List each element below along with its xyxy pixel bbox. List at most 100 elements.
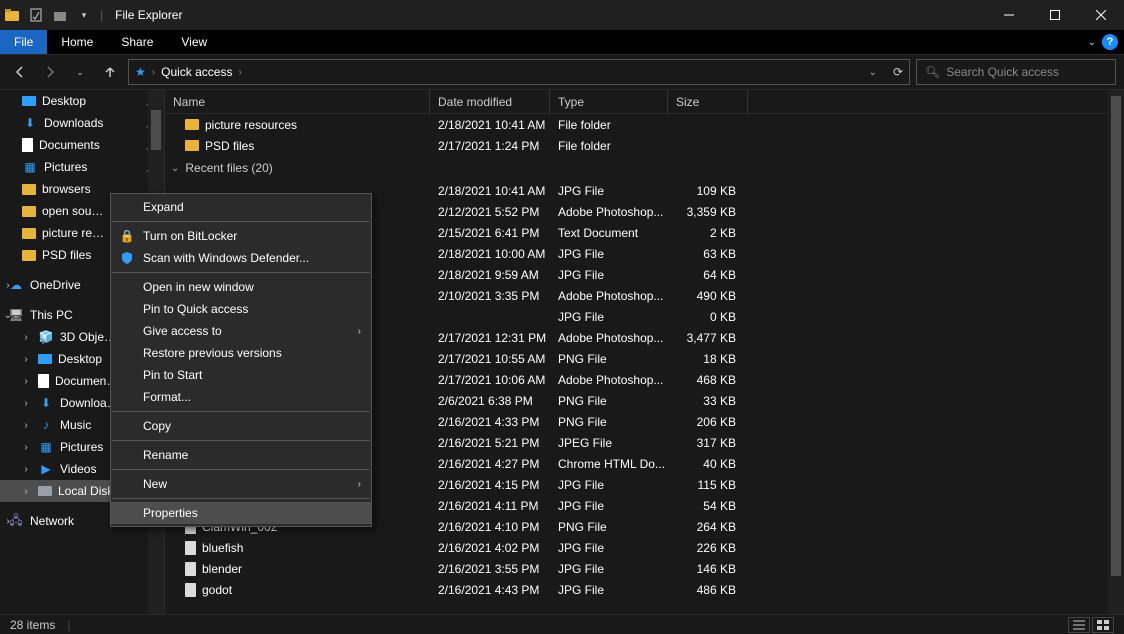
menu-give-access[interactable]: Give access to› [111,320,371,342]
sidebar-item-pictures[interactable]: ▦Pictures📌 [0,156,164,178]
sidebar-item-label: Network [30,514,74,528]
maximize-button[interactable] [1032,0,1078,30]
column-type[interactable]: Type [550,90,668,113]
file-scrollbar[interactable] [1108,90,1124,614]
menu-expand[interactable]: Expand [111,196,371,218]
file-date: 2/16/2021 4:33 PM [430,415,550,429]
file-row[interactable]: bluefish2/16/2021 4:02 PMJPG File226 KB [165,537,1124,558]
menu-label: Format... [143,390,191,404]
icons-view-button[interactable] [1092,617,1114,633]
refresh-icon[interactable]: ⟳ [893,65,903,79]
breadcrumb-sep[interactable]: › [152,67,155,78]
file-date: 2/16/2021 3:55 PM [430,562,550,576]
up-button[interactable] [98,60,122,84]
file-size: 109 KB [668,184,748,198]
menu-copy[interactable]: Copy [111,415,371,437]
file-size: 3,359 KB [668,205,748,219]
ribbon-expand-icon[interactable]: ⌄ [1088,37,1096,48]
disk-icon [38,486,52,496]
scrollbar-thumb[interactable] [151,110,161,150]
back-button[interactable] [8,60,32,84]
menu-format[interactable]: Format... [111,386,371,408]
menu-open-new-window[interactable]: Open in new window [111,276,371,298]
column-date[interactable]: Date modified [430,90,550,113]
menu-separator [112,272,370,273]
file-row[interactable]: picture resources2/18/2021 10:41 AMFile … [165,114,1124,135]
menu-restore-versions[interactable]: Restore previous versions [111,342,371,364]
file-type: JPG File [550,541,668,555]
chevron-right-icon[interactable]: › [2,280,14,291]
file-date: 2/16/2021 4:15 PM [430,478,550,492]
help-icon[interactable]: ? [1102,34,1118,50]
menu-pin-start[interactable]: Pin to Start [111,364,371,386]
chevron-right-icon[interactable]: › [2,516,14,527]
column-size[interactable]: Size [668,90,748,113]
minimize-button[interactable] [986,0,1032,30]
qat-newfolder-icon[interactable] [52,7,68,23]
qat-properties-icon[interactable] [28,7,44,23]
close-button[interactable] [1078,0,1124,30]
search-input[interactable]: 🔍︎ Search Quick access [916,59,1116,85]
breadcrumb-sep[interactable]: › [238,67,241,78]
file-size: 33 KB [668,394,748,408]
chevron-right-icon[interactable]: › [20,398,32,409]
file-date: 2/18/2021 9:59 AM [430,268,550,282]
file-type: File folder [550,139,668,153]
scrollbar-thumb[interactable] [1111,96,1121,576]
address-dropdown-icon[interactable]: ⌄ [869,67,877,78]
qat-dropdown-icon[interactable]: ▾ [76,7,92,23]
menu-properties[interactable]: Properties [111,502,371,524]
file-row[interactable]: godot2/16/2021 4:43 PMJPG File486 KB [165,579,1124,600]
group-recent-files[interactable]: ⌄ Recent files (20) [165,156,1124,180]
quick-access-icon: ★ [135,65,146,79]
file-row[interactable]: PSD files2/17/2021 1:24 PMFile folder [165,135,1124,156]
tab-share[interactable]: Share [107,30,167,54]
file-date: 2/18/2021 10:00 AM [430,247,550,261]
menu-separator [112,411,370,412]
menu-pin-quick-access[interactable]: Pin to Quick access [111,298,371,320]
menu-new[interactable]: New› [111,473,371,495]
ribbon-tabs: File Home Share View ⌄ ? [0,30,1124,54]
file-date: 2/17/2021 10:55 AM [430,352,550,366]
file-type: JPEG File [550,436,668,450]
chevron-right-icon[interactable]: › [20,442,32,453]
menu-bitlocker[interactable]: 🔒Turn on BitLocker [111,225,371,247]
pictures-icon: ▦ [38,439,54,455]
chevron-right-icon[interactable]: › [20,464,32,475]
sidebar-item-desktop[interactable]: Desktop📌 [0,90,164,112]
details-view-button[interactable] [1068,617,1090,633]
recent-dropdown-icon[interactable]: ⌄ [68,60,92,84]
address-bar[interactable]: ★ › Quick access › ⌄ ⟳ [128,59,910,85]
chevron-right-icon[interactable]: › [20,376,32,387]
sidebar-item-documents[interactable]: Documents📌 [0,134,164,156]
tab-home[interactable]: Home [47,30,107,54]
chevron-right-icon[interactable]: › [20,332,32,343]
folder-icon [185,140,199,151]
downloads-icon: ⬇ [22,115,38,131]
chevron-right-icon[interactable]: › [20,420,32,431]
menu-label: Rename [143,448,188,462]
file-size: 317 KB [668,436,748,450]
menu-defender[interactable]: Scan with Windows Defender... [111,247,371,269]
group-label: Recent files (20) [185,161,272,175]
tab-file[interactable]: File [0,30,47,54]
sidebar-item-label: Desktop [58,352,102,366]
sidebar-item-downloads[interactable]: ⬇Downloads📌 [0,112,164,134]
chevron-down-icon[interactable]: ⌄ [2,310,14,321]
file-type: JPG File [550,247,668,261]
chevron-right-icon[interactable]: › [20,486,32,497]
file-name: picture resources [205,118,297,132]
file-date: 2/18/2021 10:41 AM [430,184,550,198]
forward-button[interactable] [38,60,62,84]
menu-rename[interactable]: Rename [111,444,371,466]
column-name[interactable]: Name [165,90,430,113]
breadcrumb-location[interactable]: Quick access [161,65,232,79]
chevron-right-icon[interactable]: › [20,354,32,365]
file-name: godot [202,583,232,597]
file-type: JPG File [550,583,668,597]
menu-label: Copy [143,419,171,433]
file-row[interactable]: blender2/16/2021 3:55 PMJPG File146 KB [165,558,1124,579]
chevron-down-icon: ⌄ [171,163,179,174]
desktop-icon [22,96,36,106]
tab-view[interactable]: View [167,30,221,54]
